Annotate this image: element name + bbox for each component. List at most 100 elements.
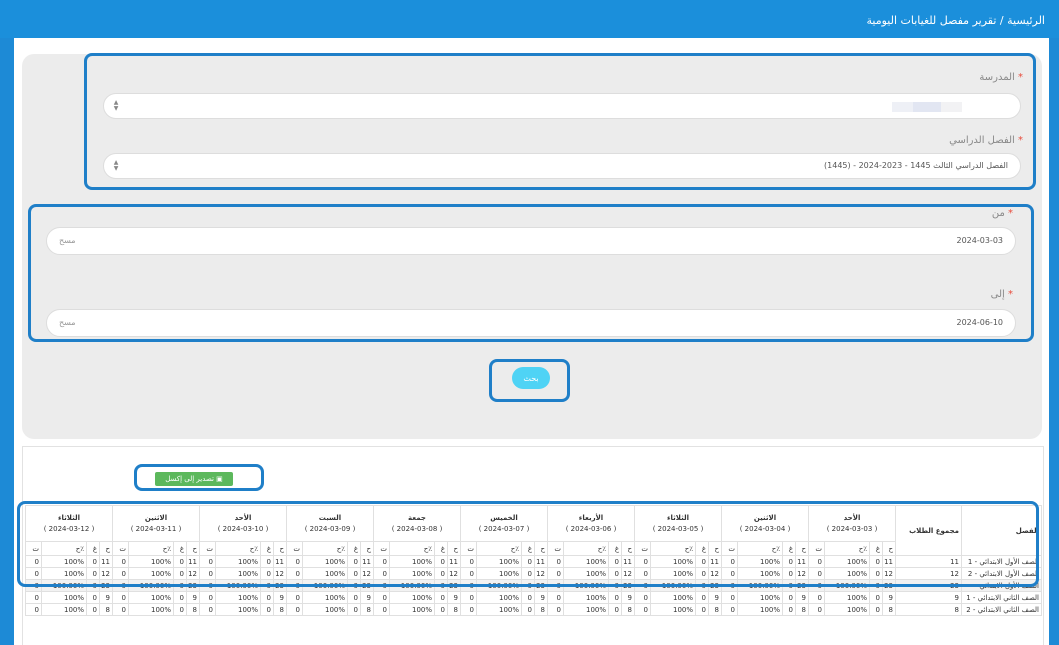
to-clear-button[interactable]: مسح xyxy=(59,310,76,336)
to-date-value: 2024-06-10 xyxy=(956,318,1004,327)
day-date: ( 2024-03-10 ) xyxy=(217,524,269,533)
percent-cell: 100% xyxy=(737,591,783,604)
present-cell: 11 xyxy=(447,555,461,568)
school-label: * المدرسة xyxy=(979,72,1023,83)
absent-cell: 0 xyxy=(695,555,709,568)
late-cell: 0 xyxy=(547,555,564,568)
present-cell: 12 xyxy=(360,567,374,580)
present-cell: 11 xyxy=(360,555,374,568)
present-cell: 23 xyxy=(534,579,548,592)
day-column-header: الخميس( 2024-03-07 ) xyxy=(460,505,548,542)
sub-column-header: ٪ح xyxy=(215,541,261,556)
from-date-input[interactable]: 2024-03-03 مسح xyxy=(46,227,1016,255)
students-count-cell: 12 xyxy=(895,567,962,580)
present-cell: 8 xyxy=(795,603,809,616)
from-label-text: من xyxy=(991,208,1005,219)
term-value: الفصل الدراسي الثالث 1445 - 2023-2024 - … xyxy=(824,161,1008,170)
late-cell: 0 xyxy=(547,579,564,592)
present-cell: 11 xyxy=(186,555,200,568)
day-column-header: الثلاثاء( 2024-03-05 ) xyxy=(634,505,722,542)
absent-cell: 0 xyxy=(86,567,100,580)
day-column-header: السبت( 2024-03-09 ) xyxy=(286,505,374,542)
export-excel-button[interactable]: ▣ تصدير إلى إكسل xyxy=(155,472,233,486)
late-cell: 0 xyxy=(721,603,738,616)
term-label: * الفصل الدراسي xyxy=(949,135,1023,146)
absent-cell: 0 xyxy=(608,555,622,568)
absent-cell: 0 xyxy=(782,567,796,580)
present-cell: 11 xyxy=(882,555,896,568)
percent-cell: 100.00% xyxy=(41,579,87,592)
percent-cell: 100.00% xyxy=(215,579,261,592)
absent-cell: 0 xyxy=(695,603,709,616)
sub-column-header: ت xyxy=(286,541,303,556)
percent-cell: 100% xyxy=(41,555,87,568)
absent-cell: 0 xyxy=(86,555,100,568)
class-name-cell: الصف الأول الابتدائي - 1 xyxy=(961,555,1042,568)
percent-cell: 100.00% xyxy=(650,579,696,592)
from-date-value: 2024-03-03 xyxy=(956,236,1004,245)
absent-cell: 0 xyxy=(86,591,100,604)
day-column-header: الاثنين( 2024-03-04 ) xyxy=(721,505,809,542)
sub-column-header: ت xyxy=(547,541,564,556)
percent-cell: 100% xyxy=(476,555,522,568)
absent-cell: 0 xyxy=(521,567,535,580)
late-cell: 0 xyxy=(373,579,390,592)
absent-cell: 0 xyxy=(521,591,535,604)
absent-cell: 0 xyxy=(695,567,709,580)
attendance-table-wrap: الفصل مجموع الطلاب الأحد( 2024-03-03 ) الاث… xyxy=(22,505,1042,645)
day-date: ( 2024-03-12 ) xyxy=(43,524,95,533)
late-cell: 0 xyxy=(721,579,738,592)
late-cell: 0 xyxy=(25,555,42,568)
to-date-input[interactable]: 2024-06-10 مسح xyxy=(46,309,1016,337)
percent-cell: 100% xyxy=(302,567,348,580)
percent-cell: 100% xyxy=(563,555,609,568)
sub-column-header: غ xyxy=(608,541,622,556)
late-cell: 0 xyxy=(808,579,825,592)
attendance-table: الفصل مجموع الطلاب الأحد( 2024-03-03 ) الاث… xyxy=(25,505,1042,616)
absent-cell: 0 xyxy=(260,555,274,568)
percent-cell: 100% xyxy=(650,567,696,580)
day-column-header: الأحد( 2024-03-03 ) xyxy=(808,505,896,542)
late-cell: 0 xyxy=(286,591,303,604)
percent-cell: 100% xyxy=(824,555,870,568)
search-button[interactable]: بحث xyxy=(512,367,550,389)
table-row: الصف الثاني الابتدائي - 1 9 9 0 100% 0 9 0 100% 0… xyxy=(25,591,1042,604)
sub-column-header: ح xyxy=(360,541,374,556)
present-cell: 9 xyxy=(882,591,896,604)
from-label: * من xyxy=(992,208,1013,219)
late-cell: 0 xyxy=(634,567,651,580)
present-cell: 9 xyxy=(708,591,722,604)
present-cell: 12 xyxy=(186,567,200,580)
absent-cell: 0 xyxy=(347,603,361,616)
table-row: الصف الأول الابتدائي 23 23 0 100.00% 0 23 0 100.… xyxy=(25,579,1042,592)
term-select[interactable]: الفصل الدراسي الثالث 1445 - 2023-2024 - … xyxy=(103,153,1021,179)
absent-cell: 0 xyxy=(434,579,448,592)
late-cell: 0 xyxy=(112,591,129,604)
sub-column-header: ٪ح xyxy=(824,541,870,556)
masked-school-name xyxy=(892,102,962,112)
present-cell: 23 xyxy=(360,579,374,592)
absent-cell: 0 xyxy=(434,591,448,604)
present-cell: 9 xyxy=(534,591,548,604)
school-select[interactable]: ▲ ▼ xyxy=(103,93,1021,119)
absent-cell: 0 xyxy=(695,579,709,592)
from-clear-button[interactable]: مسح xyxy=(59,228,76,254)
present-cell: 23 xyxy=(795,579,809,592)
late-cell: 0 xyxy=(199,579,216,592)
present-cell: 8 xyxy=(99,603,113,616)
present-cell: 9 xyxy=(795,591,809,604)
day-date: ( 2024-03-11 ) xyxy=(130,524,182,533)
day-column-header: جمعة( 2024-03-08 ) xyxy=(373,505,461,542)
present-cell: 23 xyxy=(273,579,287,592)
late-cell: 0 xyxy=(373,567,390,580)
late-cell: 0 xyxy=(25,591,42,604)
absent-cell: 0 xyxy=(86,579,100,592)
late-cell: 0 xyxy=(25,579,42,592)
sub-column-header: ت xyxy=(373,541,390,556)
required-mark: * xyxy=(1008,289,1013,300)
present-cell: 11 xyxy=(534,555,548,568)
late-cell: 0 xyxy=(460,555,477,568)
absent-cell: 0 xyxy=(260,579,274,592)
percent-cell: 100% xyxy=(650,591,696,604)
school-label-text: المدرسة xyxy=(979,72,1015,83)
